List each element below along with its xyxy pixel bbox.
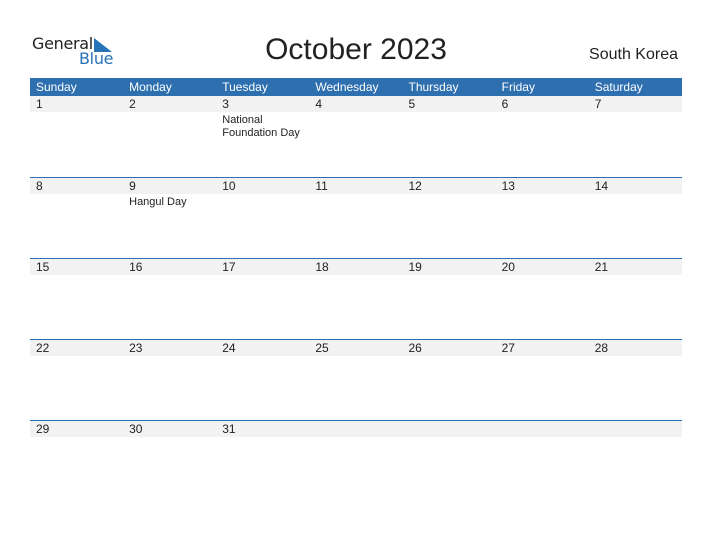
day-number: 4 xyxy=(315,97,323,111)
day-number: 14 xyxy=(594,179,609,193)
week-row: 22 23 24 25 26 27 28 xyxy=(30,339,682,420)
holiday-label xyxy=(216,275,309,277)
holiday-label xyxy=(496,437,589,439)
holiday-label xyxy=(216,194,309,209)
holiday-label xyxy=(30,194,123,209)
date-strip: 15 16 17 18 19 20 21 xyxy=(30,259,682,275)
country-label: South Korea xyxy=(589,46,678,63)
holiday-label xyxy=(123,112,216,140)
day-number: 16 xyxy=(129,260,143,274)
week-row: 1 2 3 4 5 6 7 National Foundation Day xyxy=(30,96,682,177)
day-number: 1 xyxy=(36,97,43,111)
day-number: 3 xyxy=(222,97,229,111)
holiday-label xyxy=(216,437,309,439)
holiday-label xyxy=(123,275,216,277)
week-row: 15 16 17 18 19 20 21 xyxy=(30,258,682,339)
holiday-label xyxy=(403,356,496,358)
weekday-wednesday: Wednesday xyxy=(315,80,379,94)
day-number xyxy=(496,421,589,437)
weekday-saturday: Saturday xyxy=(594,80,643,94)
holiday-label xyxy=(30,112,123,140)
holiday-label xyxy=(496,194,589,209)
holiday-label xyxy=(589,194,682,209)
holiday-label xyxy=(589,437,682,439)
day-number: 31 xyxy=(222,422,236,436)
weekday-sunday: Sunday xyxy=(36,80,77,94)
events-row xyxy=(30,437,682,439)
day-number: 7 xyxy=(594,97,602,111)
day-number: 12 xyxy=(408,179,422,193)
holiday-label xyxy=(216,356,309,358)
day-number: 26 xyxy=(408,341,422,355)
events-row xyxy=(30,275,682,277)
day-number: 23 xyxy=(129,341,143,355)
holiday-label xyxy=(309,194,402,209)
date-strip: 8 9 10 11 12 13 14 xyxy=(30,178,682,194)
day-number: 20 xyxy=(501,260,515,274)
holiday-label xyxy=(30,275,123,277)
day-number: 24 xyxy=(222,341,236,355)
weekday-header: Sunday Monday Tuesday Wednesday Thursday… xyxy=(30,78,682,96)
day-number: 10 xyxy=(222,179,236,193)
day-number: 18 xyxy=(315,260,329,274)
weekday-thursday: Thursday xyxy=(408,80,459,94)
day-number xyxy=(309,421,402,437)
holiday-label xyxy=(403,275,496,277)
day-number: 17 xyxy=(222,260,236,274)
day-number: 5 xyxy=(408,97,416,111)
holiday-label xyxy=(309,356,402,358)
day-number: 21 xyxy=(594,260,609,274)
events-row: Hangul Day xyxy=(30,194,682,209)
day-number xyxy=(403,421,496,437)
day-number: 25 xyxy=(315,341,329,355)
day-number xyxy=(589,421,682,437)
holiday-label xyxy=(403,194,496,209)
holiday-label xyxy=(30,356,123,358)
holiday-label xyxy=(309,275,402,277)
day-number: 19 xyxy=(408,260,422,274)
holiday-label xyxy=(496,356,589,358)
calendar-grid: Sunday Monday Tuesday Wednesday Thursday… xyxy=(30,78,682,501)
date-strip: 1 2 3 4 5 6 7 xyxy=(30,96,682,112)
holiday-label xyxy=(403,437,496,439)
day-number: 29 xyxy=(36,422,50,436)
holiday-label: National Foundation Day xyxy=(222,114,300,139)
day-number: 30 xyxy=(129,422,143,436)
day-number: 6 xyxy=(501,97,509,111)
day-number: 8 xyxy=(36,179,43,193)
day-number: 13 xyxy=(501,179,515,193)
day-number: 2 xyxy=(129,97,136,111)
events-row: National Foundation Day xyxy=(30,112,682,140)
weekday-friday: Friday xyxy=(501,80,535,94)
holiday-label xyxy=(496,275,589,277)
holiday-label: Hangul Day xyxy=(129,196,187,208)
holiday-label xyxy=(589,112,682,140)
week-row: 8 9 10 11 12 13 14 Hangul Day xyxy=(30,177,682,258)
events-row xyxy=(30,356,682,358)
holiday-label xyxy=(30,437,123,439)
date-strip: 29 30 31 xyxy=(30,421,682,437)
weekday-tuesday: Tuesday xyxy=(222,80,268,94)
day-number: 27 xyxy=(501,341,515,355)
day-number: 22 xyxy=(36,341,50,355)
day-number: 15 xyxy=(36,260,50,274)
date-strip: 22 23 24 25 26 27 28 xyxy=(30,340,682,356)
day-number: 28 xyxy=(594,341,609,355)
weekday-monday: Monday xyxy=(129,80,172,94)
holiday-label xyxy=(589,356,682,358)
holiday-label xyxy=(589,275,682,277)
holiday-label xyxy=(309,437,402,439)
holiday-label xyxy=(496,112,589,140)
holiday-label xyxy=(403,112,496,140)
holiday-label xyxy=(123,356,216,358)
holiday-label xyxy=(309,112,402,140)
day-number: 11 xyxy=(315,179,328,193)
day-number: 9 xyxy=(129,179,136,193)
holiday-label xyxy=(123,437,216,439)
week-row: 29 30 31 xyxy=(30,420,682,501)
